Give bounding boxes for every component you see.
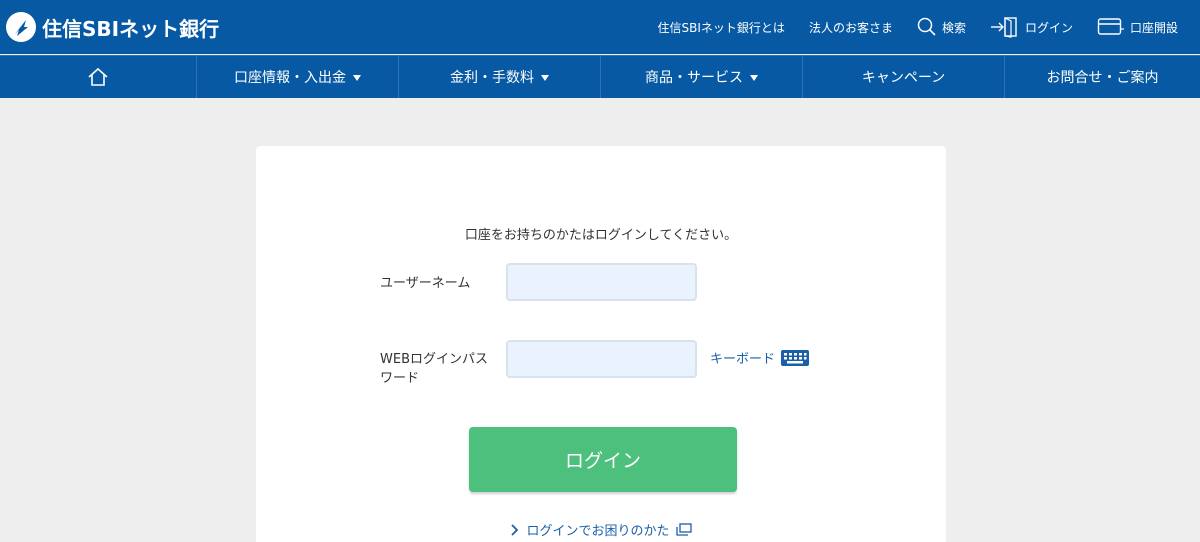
login-help-link[interactable]: ログインでお困りのかた xyxy=(256,520,946,539)
nav-account-info[interactable]: 口座情報・入出金 xyxy=(197,56,399,98)
brand-logo[interactable]: 住信SBIネット銀行 xyxy=(6,11,219,43)
keyboard-icon xyxy=(781,349,810,366)
login-link-label: ログイン xyxy=(1024,20,1073,35)
nav-products[interactable]: 商品・サービス xyxy=(601,56,803,98)
nav-rates-fees-label: 金利・手数料 xyxy=(450,70,534,86)
search-link[interactable]: 検索 xyxy=(917,17,966,37)
logo-text: 住信SBIネット銀行 xyxy=(42,16,220,41)
card-icon xyxy=(1097,18,1124,35)
home-icon xyxy=(88,67,108,86)
caret-down-icon xyxy=(750,74,758,81)
chevron-right-icon xyxy=(511,523,519,536)
nav-contact-label: お問合せ・ご案内 xyxy=(1046,70,1159,86)
login-help-label: ログインでお困りのかた xyxy=(526,524,670,539)
software-keyboard-link[interactable]: キーボード xyxy=(710,348,810,367)
search-icon xyxy=(917,17,936,36)
nav-campaign[interactable]: キャンペーン xyxy=(803,56,1005,98)
nav-account-info-label: 口座情報・入出金 xyxy=(234,70,346,86)
login-submit-button[interactable]: ログイン xyxy=(469,427,737,492)
nav-contact[interactable]: お問合せ・ご案内 xyxy=(1005,56,1200,98)
nav-campaign-label: キャンペーン xyxy=(861,70,946,86)
login-link[interactable]: ログイン xyxy=(990,16,1073,38)
login-card: 口座をお持ちのかたはログインしてください。 ユーザーネーム WEBログインパスワ… xyxy=(256,146,946,542)
nav-rates-fees[interactable]: 金利・手数料 xyxy=(399,56,601,98)
username-input[interactable] xyxy=(506,263,697,301)
about-link[interactable]: 住信SBIネット銀行とは xyxy=(658,19,785,36)
open-account-label: 口座開設 xyxy=(1129,20,1178,35)
username-label: ユーザーネーム xyxy=(380,276,471,291)
login-intro-text: 口座をお持ちのかたはログインしてください。 xyxy=(464,228,738,243)
corporate-link[interactable]: 法人のお客さま xyxy=(809,19,893,36)
search-label: 検索 xyxy=(941,20,966,35)
main-nav: 口座情報・入出金 金利・手数料 商品・サービス キャンペーン お問合せ・ご案内 xyxy=(0,55,1200,98)
nav-home[interactable] xyxy=(0,56,197,98)
header-bar: 住信SBIネット銀行 住信SBIネット銀行とは 法人のお客さま 検索 ログイン xyxy=(0,0,1200,54)
password-input[interactable] xyxy=(506,340,697,378)
new-window-icon xyxy=(675,522,692,536)
open-account-link[interactable]: 口座開設 xyxy=(1097,17,1178,37)
header-links: 住信SBIネット銀行とは 法人のお客さま 検索 ログイン 口座開設 xyxy=(634,0,1178,54)
logo-mark-icon xyxy=(6,12,36,42)
keyboard-link-label: キーボード xyxy=(710,352,776,367)
caret-down-icon xyxy=(353,74,361,81)
password-label: WEBログインパスワード xyxy=(380,352,488,386)
caret-down-icon xyxy=(541,74,549,81)
login-door-icon xyxy=(990,17,1017,38)
nav-products-label: 商品・サービス xyxy=(645,70,743,86)
